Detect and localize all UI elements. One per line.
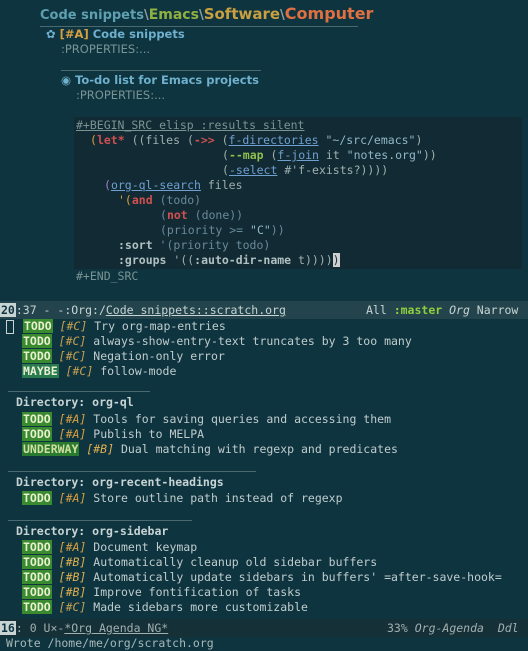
heading-title: To-do list for Emacs projects bbox=[75, 73, 259, 87]
agenda-item[interactable]: TODO [#A] Tools for saving queries and a… bbox=[22, 412, 391, 427]
breadcrumb-item: Emacs bbox=[148, 7, 199, 23]
narrow-indicator: Narrow bbox=[469, 303, 519, 317]
top-mode-line[interactable]: 20:37 - -:Org:/Code snippets::scratch.or… bbox=[0, 301, 528, 319]
agenda-item[interactable]: MAYBE [#C] follow-mode bbox=[22, 364, 176, 379]
group-divider bbox=[8, 391, 150, 392]
agenda-item[interactable]: TODO [#B] Automatically cleanup old side… bbox=[22, 555, 377, 570]
priority-cookie: [#A] bbox=[59, 27, 89, 41]
code-line-9: :groups '((:auto-dir-name t))))) bbox=[118, 253, 340, 267]
agenda-item[interactable]: UNDERWAY [#B] Dual matching with regexp … bbox=[22, 442, 398, 457]
group-divider bbox=[8, 471, 256, 472]
src-begin-line: #+BEGIN_SRC elisp :results silent bbox=[76, 118, 305, 132]
code-line-7: (priority >= "C")) bbox=[160, 223, 285, 237]
code-line-6: (not (done)) bbox=[160, 208, 244, 222]
org-heading-todo-list[interactable]: ◉ To-do list for Emacs projects bbox=[61, 73, 259, 88]
breadcrumb-item: Software bbox=[203, 5, 281, 23]
major-mode: Org-Agenda bbox=[414, 621, 484, 635]
minor-mode: Ddl bbox=[497, 621, 519, 635]
echo-area: Wrote /home/me/org/scratch.org bbox=[6, 636, 214, 650]
org-agenda-window[interactable]: TODO [#C] Try org-map-entries TODO [#C] … bbox=[0, 318, 528, 618]
breadcrumb: Code snippets\Emacs\Software\Computer bbox=[40, 4, 373, 24]
heading-title: Code snippets bbox=[92, 27, 185, 41]
heading-divider bbox=[61, 70, 261, 71]
breadcrumb-item: Computer bbox=[284, 4, 374, 23]
code-line-2: (--map (f-join it "notes.org")) bbox=[222, 148, 437, 162]
breadcrumb-item: Code snippets bbox=[40, 8, 144, 23]
agenda-item[interactable]: TODO [#B] Improve fontification of tasks bbox=[22, 585, 301, 600]
bottom-mode-line[interactable]: 16: 0 U×-*Org Agenda NG* 33% Org-Agenda D… bbox=[0, 619, 528, 637]
line-number: 16 bbox=[0, 621, 16, 635]
agenda-item[interactable]: TODO [#C] Negation-only error bbox=[22, 349, 225, 364]
agenda-item[interactable]: TODO [#B] Automatically update sidebars … bbox=[22, 570, 502, 585]
agenda-item[interactable]: TODO [#A] Store outline path instead of … bbox=[22, 491, 343, 506]
src-end-line: #+END_SRC bbox=[76, 269, 139, 283]
properties-drawer[interactable]: :PROPERTIES:... bbox=[76, 88, 165, 103]
buffer-name[interactable]: Code snippets::scratch.org bbox=[106, 303, 286, 317]
line-number: 20 bbox=[0, 303, 16, 317]
agenda-item[interactable]: TODO [#C] always-show-entry-text truncat… bbox=[22, 334, 412, 349]
buffer-name[interactable]: *Org Agenda NG* bbox=[64, 621, 168, 635]
group-header: Directory: org-recent-headings bbox=[16, 475, 224, 489]
properties-drawer[interactable]: :PROPERTIES:... bbox=[61, 42, 150, 57]
text-cursor: ) bbox=[332, 253, 340, 267]
code-line-4: (org-ql-search files bbox=[104, 178, 243, 192]
major-mode: Org bbox=[442, 303, 470, 317]
group-divider bbox=[8, 520, 192, 521]
agenda-item[interactable]: TODO [#C] Made sidebars more customizabl… bbox=[22, 600, 308, 615]
org-heading-code-snippets[interactable]: ✿ [#A] Code snippets bbox=[46, 27, 185, 42]
group-header: Directory: org-sidebar bbox=[16, 524, 169, 538]
code-line-8: :sort '(priority todo) bbox=[118, 238, 271, 252]
scroll-percent: 33% bbox=[387, 621, 408, 635]
agenda-item[interactable]: TODO [#A] Document keymap bbox=[22, 540, 197, 555]
org-buffer-window[interactable]: Code snippets\Emacs\Software\Computer ✿ … bbox=[0, 0, 528, 300]
code-line-1: (let* ((files (->> (f-directories "~/src… bbox=[90, 133, 423, 147]
agenda-item[interactable]: TODO [#C] Try org-map-entries bbox=[6, 319, 226, 334]
git-branch: :master bbox=[393, 303, 443, 317]
flower-bullet-icon: ✿ bbox=[46, 27, 56, 41]
code-line-3: (-select #'f-exists?)))) bbox=[222, 163, 389, 177]
agenda-item[interactable]: TODO [#A] Publish to MELPA bbox=[22, 427, 204, 442]
circle-bullet-icon: ◉ bbox=[61, 73, 72, 87]
cursor-box-icon bbox=[6, 319, 14, 334]
group-header: Directory: org-ql bbox=[16, 395, 134, 409]
code-line-5: '(and (todo) bbox=[118, 193, 202, 207]
